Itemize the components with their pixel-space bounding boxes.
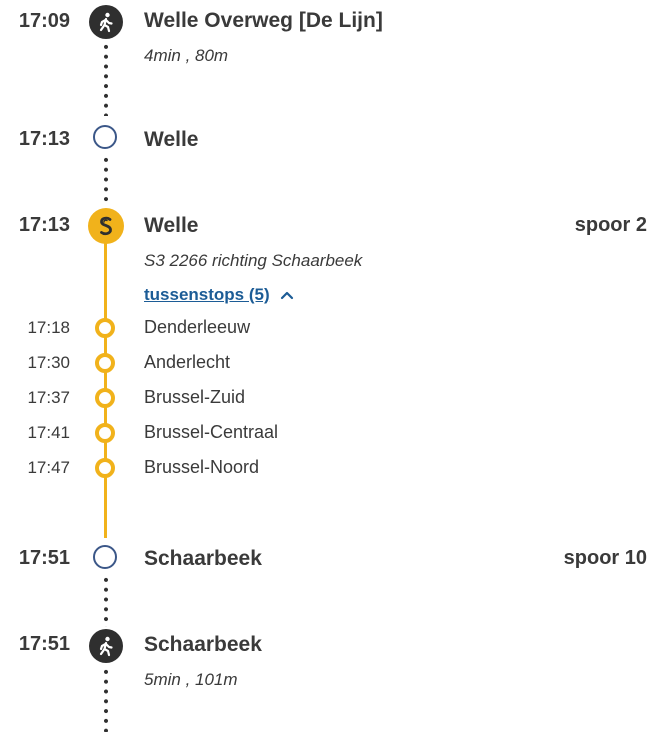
- intermediate-time: 17:47: [27, 458, 70, 477]
- transfer-connector-dots: [104, 155, 108, 205]
- chevron-up-icon[interactable]: [280, 287, 294, 305]
- walk2-detail: 5min , 101m: [144, 670, 238, 689]
- walk1-stop: Welle Overweg [De Lijn]: [144, 9, 383, 32]
- arrive2-track: spoor 10: [563, 547, 647, 569]
- intermediate-time: 17:18: [27, 318, 70, 337]
- intermediate-stops-toggle[interactable]: tussenstops (5): [144, 285, 294, 305]
- intermediate-stop-icon: [95, 458, 115, 478]
- intermediate-stop: Denderleeuw: [144, 317, 251, 337]
- stop-ring-icon: [93, 125, 117, 149]
- arrive1-time: 17:13: [18, 128, 70, 150]
- intermediate-stop-icon: [95, 353, 115, 373]
- arrive1-stop: Welle: [144, 128, 199, 151]
- walking-person-icon: [89, 629, 123, 663]
- walking-person-icon: [89, 5, 123, 39]
- walk-connector-dots: [104, 42, 108, 116]
- walk-connector-dots: [104, 667, 108, 732]
- walk1-time: 17:09: [18, 10, 70, 32]
- stop-ring-icon: [93, 545, 117, 569]
- intermediate-time: 17:41: [27, 423, 70, 442]
- intermediate-stop: Brussel-Noord: [144, 457, 260, 477]
- intermediate-time: 17:30: [27, 353, 70, 372]
- train-board-stop: Welle: [144, 214, 199, 237]
- arrive2-stop: Schaarbeek: [144, 547, 262, 570]
- intermediate-stop: Anderlecht: [144, 352, 231, 372]
- arrive2-time: 17:51: [18, 547, 70, 569]
- walk2-stop: Schaarbeek: [144, 633, 262, 656]
- train-track: spoor 2: [574, 214, 647, 236]
- intermediate-stop: Brussel-Centraal: [144, 422, 279, 442]
- walk2-time: 17:51: [18, 633, 70, 655]
- transfer-connector-dots: [104, 575, 108, 627]
- train-s-icon: [88, 208, 124, 244]
- intermediate-stop: Brussel-Zuid: [144, 387, 246, 407]
- train-detail: S3 2266 richting Schaarbeek: [144, 251, 363, 270]
- intermediate-time: 17:37: [27, 388, 70, 407]
- train-time: 17:13: [18, 214, 70, 236]
- intermediate-stops-link[interactable]: tussenstops (5): [144, 285, 270, 304]
- walk1-detail: 4min , 80m: [144, 46, 229, 65]
- intermediate-stop-icon: [95, 388, 115, 408]
- intermediate-stop-icon: [95, 423, 115, 443]
- intermediate-stop-icon: [95, 318, 115, 338]
